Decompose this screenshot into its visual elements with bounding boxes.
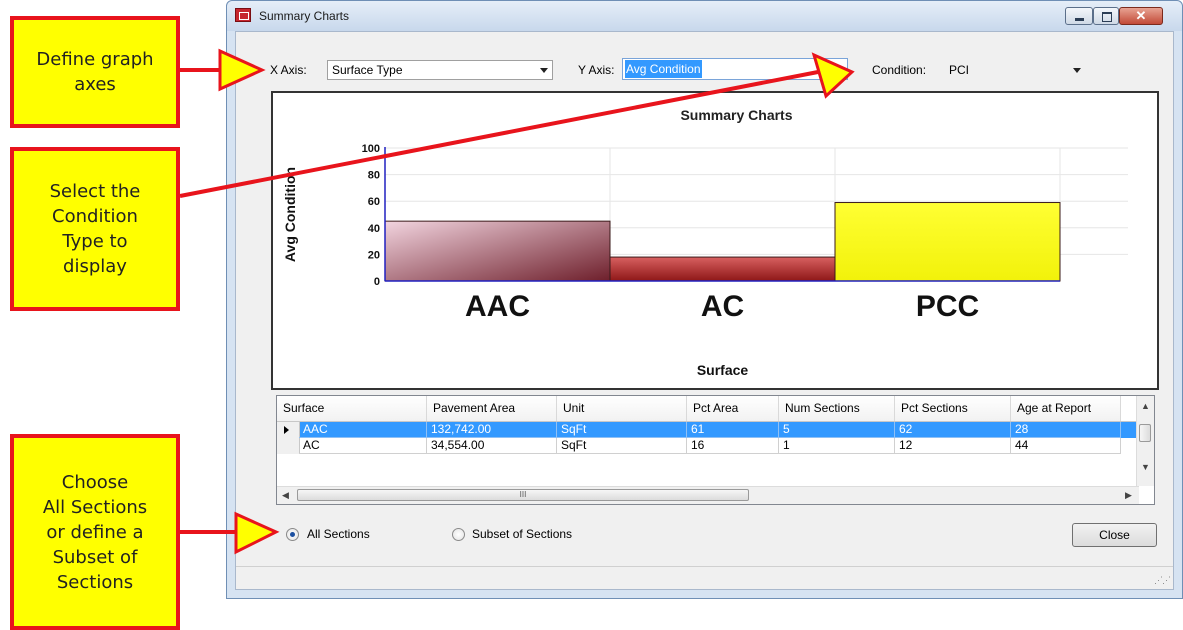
scroll-down-icon[interactable]: ▼ — [1141, 462, 1150, 472]
scroll-right-icon[interactable]: ▶ — [1125, 490, 1132, 501]
row-header[interactable] — [277, 422, 300, 438]
resize-grip-icon[interactable]: ⋰⋰ — [1154, 575, 1171, 586]
close-x-icon: ✕ — [1135, 8, 1147, 23]
callout-condition-type-text: Select the Condition Type to display — [49, 181, 141, 277]
y-axis-title: Avg Condition — [282, 167, 298, 262]
summary-chart: Summary Charts 0 20 40 60 80 100 AAC AC PCC Surfac… — [271, 91, 1159, 390]
y-tick-label: 40 — [368, 223, 380, 235]
summary-data-grid[interactable]: Surface Pavement Area Unit Pct Area Num Sect… — [276, 395, 1155, 505]
condition-label: Condition: — [872, 63, 927, 77]
condition-value: PCI — [949, 63, 970, 77]
callout-define-axes: Define graph axes — [10, 16, 180, 128]
bar-aac — [384, 220, 611, 282]
summary-charts-window: Summary Charts ✕ X Axis: Surface Type Y … — [226, 0, 1183, 599]
table-cell: AC — [299, 438, 427, 454]
scroll-grip-icon: III — [519, 490, 527, 499]
column-header-surface[interactable]: Surface — [277, 396, 427, 421]
x-tick-label: AAC — [465, 290, 530, 323]
column-header-pavement-area[interactable]: Pavement Area — [427, 396, 557, 421]
table-cell: 62 — [895, 422, 1011, 438]
bar-ac — [609, 256, 836, 282]
y-tick-label: 0 — [374, 276, 380, 288]
maximize-button[interactable] — [1093, 7, 1119, 25]
y-tick-label: 20 — [368, 249, 380, 261]
horizontal-scroll-thumb[interactable]: III — [297, 489, 749, 501]
subset-sections-label[interactable]: Subset of Sections — [472, 527, 572, 541]
y-tick-label: 60 — [368, 196, 380, 208]
x-axis-select[interactable]: Surface Type — [327, 60, 553, 80]
table-cell: 61 — [687, 422, 779, 438]
table-cell: 1 — [779, 438, 895, 454]
table-cell: SqFt — [557, 422, 687, 438]
y-axis-label: Y Axis: — [578, 63, 615, 77]
all-sections-label[interactable]: All Sections — [307, 527, 370, 541]
column-header-unit[interactable]: Unit — [557, 396, 687, 421]
table-cell: AAC — [299, 422, 427, 438]
bar-pcc — [834, 202, 1061, 282]
column-header-pct-sections[interactable]: Pct Sections — [895, 396, 1011, 421]
x-axis-title: Surface — [697, 362, 749, 378]
y-axis-value: Avg Condition — [625, 60, 702, 78]
table-cell: 12 — [895, 438, 1011, 454]
y-axis-select[interactable]: Avg Condition — [622, 58, 848, 80]
row-header[interactable] — [277, 438, 300, 454]
app-chart-icon — [235, 8, 251, 22]
callout-sections: Choose All Sections or define a Subset o… — [10, 434, 180, 630]
x-axis-value: Surface Type — [332, 63, 403, 77]
close-window-button[interactable]: ✕ — [1119, 7, 1163, 25]
grid-header-row: Surface Pavement Area Unit Pct Area Num Sect… — [277, 396, 1139, 422]
subset-sections-radio[interactable] — [452, 528, 465, 541]
table-row[interactable]: AAC 132,742.00 SqFt 61 5 62 28 — [277, 422, 1139, 438]
table-cell: 44 — [1011, 438, 1121, 454]
status-bar: ⋰⋰ — [236, 566, 1173, 589]
callout-condition-type: Select the Condition Type to display — [10, 147, 180, 311]
y-tick-label: 80 — [368, 170, 380, 182]
table-cell: 28 — [1011, 422, 1121, 438]
horizontal-scrollbar[interactable]: ◀ III ▶ — [277, 486, 1139, 504]
x-axis-label: X Axis: — [270, 63, 307, 77]
column-header-pct-area[interactable]: Pct Area — [687, 396, 779, 421]
callout-define-axes-text: Define graph axes — [36, 49, 154, 95]
chart-canvas: Summary Charts 0 20 40 60 80 100 AAC AC PCC Surfac… — [282, 107, 1128, 378]
chevron-down-icon — [1073, 68, 1081, 73]
table-cell: 5 — [779, 422, 895, 438]
table-cell: 132,742.00 — [427, 422, 557, 438]
close-button[interactable]: Close — [1072, 523, 1157, 547]
chart-title: Summary Charts — [680, 107, 792, 123]
dialog-client-area: X Axis: Surface Type Y Axis: Avg Conditi… — [235, 31, 1174, 590]
title-bar[interactable]: Summary Charts ✕ — [227, 1, 1182, 31]
minimize-button[interactable] — [1065, 7, 1093, 25]
vertical-scrollbar[interactable]: ▲ ▼ — [1136, 396, 1154, 486]
column-header-num-sections[interactable]: Num Sections — [779, 396, 895, 421]
table-cell: SqFt — [557, 438, 687, 454]
scroll-up-icon[interactable]: ▲ — [1141, 401, 1150, 411]
callout-sections-text: Choose All Sections or define a Subset o… — [42, 471, 148, 593]
table-cell: 16 — [687, 438, 779, 454]
y-tick-label: 100 — [362, 143, 380, 155]
column-header-age-at-report[interactable]: Age at Report — [1011, 396, 1121, 421]
window-title: Summary Charts — [259, 9, 350, 23]
vertical-scroll-thumb[interactable] — [1139, 424, 1151, 442]
condition-select[interactable]: PCI — [944, 60, 1086, 80]
current-row-pointer-icon — [284, 426, 289, 434]
all-sections-radio[interactable] — [286, 528, 299, 541]
chevron-down-icon — [540, 68, 548, 73]
table-row[interactable]: AC 34,554.00 SqFt 16 1 12 44 — [277, 438, 1139, 454]
x-tick-label: AC — [701, 290, 744, 323]
scroll-left-icon[interactable]: ◀ — [282, 490, 289, 501]
x-tick-label: PCC — [916, 290, 979, 323]
table-cell: 34,554.00 — [427, 438, 557, 454]
